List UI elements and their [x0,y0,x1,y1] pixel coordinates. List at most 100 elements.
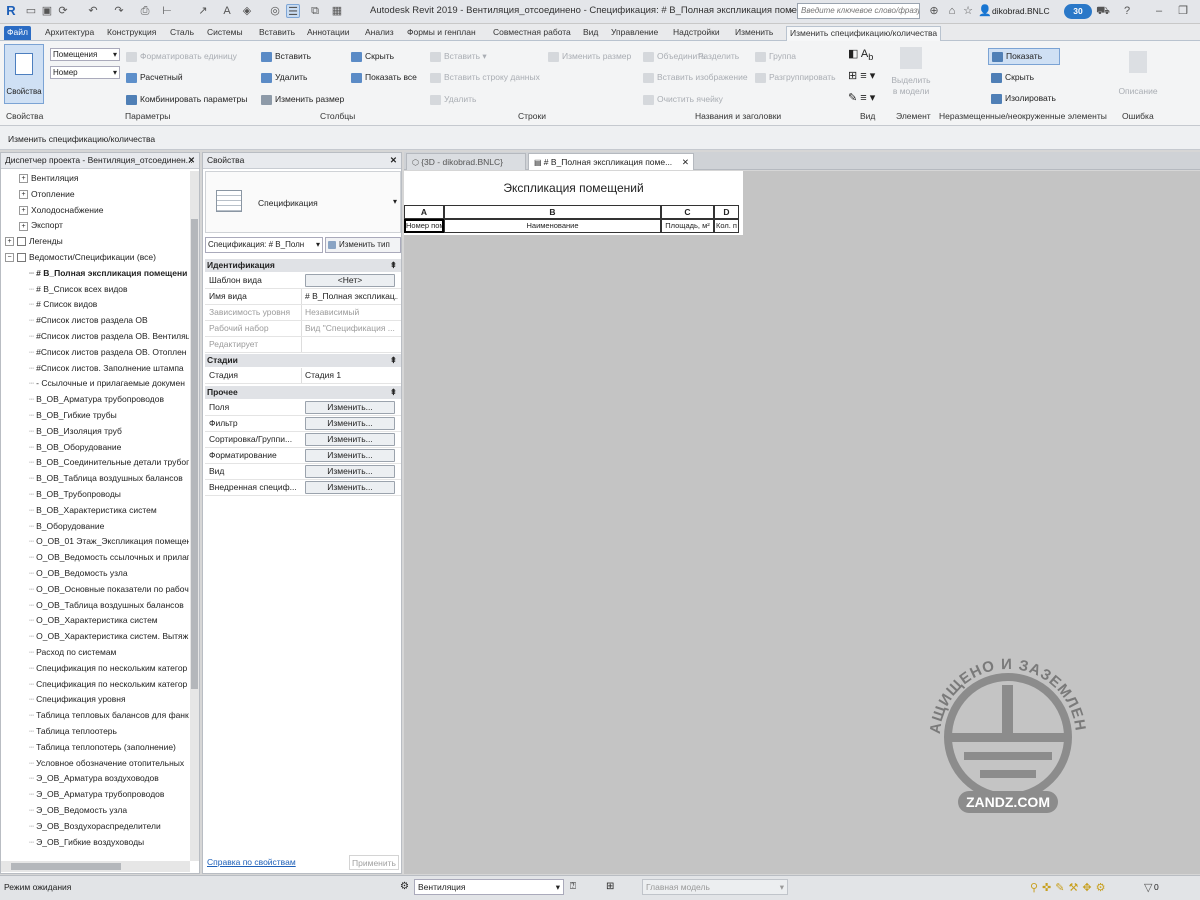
help-link[interactable]: Справка по свойствам [207,857,296,867]
tree-leaf[interactable]: ┄ Таблица тепловых балансов для фанко [29,710,189,721]
open-icon[interactable]: ▭ [24,4,38,18]
search-input[interactable]: Введите ключевое слово/фразу [797,3,920,19]
tree-leaf[interactable]: ┄ Таблица теплоотерь [29,726,117,737]
design-options-icon[interactable]: ⊞ [606,881,614,892]
tree-leaf[interactable]: ┄ В_ОВ_Арматура трубопроводов [29,394,164,405]
tree-leaf[interactable]: ┄ - Ссылочные и прилагаемые докумен [29,378,185,389]
resize-title-button[interactable]: Изменить размер [548,50,631,62]
schedule-title[interactable]: Экспликация помещений [404,181,743,195]
tab-structure[interactable]: Конструкция [104,26,159,40]
property-row[interactable]: Рабочий набор Вид "Спецификация ... [205,321,401,337]
tree-leaf[interactable]: ┄ В_Оборудование [29,521,104,532]
category-dropdown[interactable]: Помещения ▾ [50,48,120,61]
insert-image-button[interactable]: Вставить изображение [643,71,748,83]
filter-icon[interactable]: ▽ [1144,881,1152,894]
tree-leaf[interactable]: ┄ # В_Полная экспликация помещени [29,268,187,279]
tab-insert[interactable]: Вставить [256,26,298,40]
hide-column-button[interactable]: Скрыть [351,50,394,62]
parameter-dropdown[interactable]: Номер ▾ [50,66,120,79]
tab-annotate[interactable]: Аннотации [304,26,353,40]
isolate-button[interactable]: Изолировать [991,92,1056,104]
close-icon[interactable]: ✕ [390,153,397,168]
close-icon[interactable]: ✕ [682,154,689,170]
column-header[interactable]: Наименование [444,219,661,233]
delete-row-button[interactable]: Удалить [430,93,476,105]
user-name[interactable]: dikobrad.BNLC [992,6,1050,16]
property-row[interactable]: Имя вида # В_Полная экспликац... [205,289,401,305]
tree-leaf[interactable]: ┄ Условное обозначение отопительных [29,758,184,769]
tree-leaf[interactable]: ┄ В_ОВ_Гибкие трубы [29,410,117,421]
tab-analyze[interactable]: Анализ [362,26,397,40]
tree-leaf[interactable]: ┄ В_ОВ_Оборудование [29,442,121,453]
property-row[interactable]: Шаблон вида <Нет> [205,273,401,289]
column-header[interactable]: Кол. п [714,219,739,233]
star-icon[interactable]: ☆ [961,4,975,18]
format-unit-button[interactable]: Форматировать единицу [126,50,237,62]
property-row[interactable]: Вид Изменить... [205,464,401,480]
property-row[interactable]: Зависимость уровня Независимый [205,305,401,321]
tree-leaf[interactable]: ┄ # Список видов [29,299,97,310]
switch-windows-icon[interactable]: ▦ [330,4,344,18]
tab-schedule-view[interactable]: ▤ # В_Полная экспликация поме... ✕ [528,153,694,170]
show-all-columns-button[interactable]: Показать все [351,71,417,83]
edit-type-button[interactable]: Изменить тип [325,237,401,253]
chevron-down-icon[interactable]: ▾ [393,197,397,206]
show-unplaced-button[interactable]: Показать [988,48,1060,65]
tree-leaf[interactable]: ┄ В_ОВ_Трубопроводы [29,489,121,500]
tab-collaborate[interactable]: Совместная работа [490,26,574,40]
tab-modify-schedule[interactable]: Изменить спецификацию/количества [786,26,942,42]
tree-leaf[interactable]: ┄ В_ОВ_Изоляция труб [29,426,122,437]
clear-cell-button[interactable]: Очистить ячейку [643,93,723,105]
edit-button[interactable]: Изменить... [305,433,395,446]
tree-leaf[interactable]: ┄ В_ОВ_Характеристика систем [29,505,157,516]
tree-leaf[interactable]: ┄ #Список листов раздела ОВ. Отоплен [29,347,187,358]
edit-button[interactable]: Изменить... [305,481,395,494]
edit-button[interactable]: Изменить... [305,449,395,462]
property-row[interactable]: Поля Изменить... [205,400,401,416]
tree-leaf[interactable]: ┄ # В_Список всех видов [29,284,128,295]
properties-button[interactable]: Свойства [4,44,44,104]
highlight-in-model-button[interactable]: Выделить в модели [888,47,934,97]
revit-logo-icon[interactable]: R [4,4,18,18]
selection-icons[interactable]: ⚲✜✎⚒✥⚙ [1030,881,1109,894]
minimize-icon[interactable]: – [1152,4,1166,18]
browser-h-scrollbar[interactable] [1,861,190,872]
property-value[interactable]: # В_Полная экспликац... [301,289,398,304]
scrollbar-thumb[interactable] [191,219,198,689]
tree-node[interactable]: + Холодоснабжение [19,205,103,215]
column-letter[interactable]: C [661,205,714,219]
save-icon[interactable]: ▣ [40,4,54,18]
tree-leaf[interactable]: ┄ О_ОВ_Ведомость ссылочных и прилаг [29,552,189,563]
section-icon[interactable]: ◎ [268,4,282,18]
section-identity[interactable]: Идентификация ⇞ [205,259,401,272]
tree-leaf[interactable]: ┄ О_ОВ_Характеристика систем [29,615,158,626]
tab-view[interactable]: Вид [580,26,601,40]
tab-steel[interactable]: Сталь [167,26,197,40]
group-button[interactable]: Группа [755,50,796,62]
workset-icon[interactable]: ⚙ [400,881,409,892]
user-icon[interactable]: 👤 [978,4,992,18]
insert-column-button[interactable]: Вставить [261,50,311,62]
measure-icon[interactable]: ⊢ [160,4,174,18]
close-icon[interactable]: ✕ [188,153,195,168]
subscription-icon[interactable]: ⌂ [945,4,959,18]
restore-icon[interactable]: ❐ [1176,4,1190,18]
tab-massing[interactable]: Формы и генплан [404,26,479,40]
tab-manage[interactable]: Управление [608,26,661,40]
column-letter[interactable]: A [404,205,444,219]
tree-leaf[interactable]: ┄ Э_ОВ_Воздухораспределители [29,821,161,832]
edit-button[interactable]: Изменить... [305,417,395,430]
tab-architecture[interactable]: Архитектура [42,26,97,40]
insert-row-button[interactable]: Вставить ▾ [430,50,487,62]
property-row[interactable]: Сортировка/Группи... Изменить... [205,432,401,448]
borders-icon[interactable]: ⊞ ≡ ▾ [848,70,875,82]
tree-leaf[interactable]: ┄ #Список листов раздела ОВ. Вентиляц [29,331,189,342]
expand-icon[interactable]: + [19,174,28,184]
error-description-button[interactable]: Описание [1118,51,1158,97]
undo-icon[interactable]: ↶ [86,4,100,18]
font-icon[interactable]: ✎ ≡ ▾ [848,92,875,104]
tree-leaf[interactable]: ┄ О_ОВ_01 Этаж_Экспликация помещени [29,536,189,547]
tree-leaf[interactable]: ┄ О_ОВ_Основные показатели по рабоч [29,584,189,595]
editable-only-icon[interactable]: ⍰ [570,881,576,892]
tree-leaf[interactable]: ┄ Расход по системам [29,647,116,658]
